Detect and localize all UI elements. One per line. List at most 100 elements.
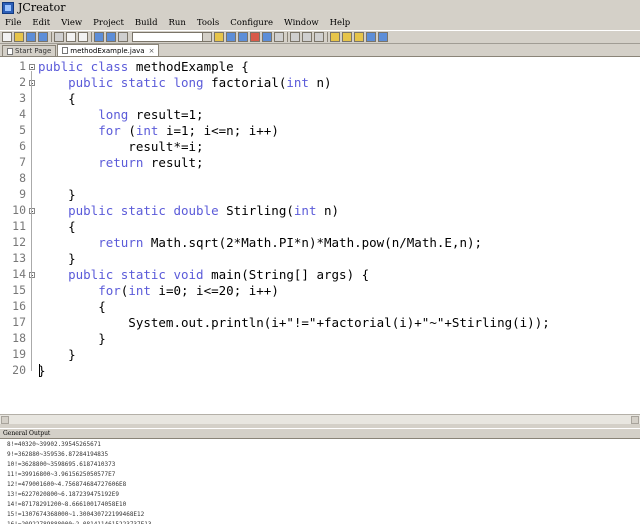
menu-configure[interactable]: Configure <box>225 18 279 28</box>
line-number: 9 <box>19 187 26 201</box>
file-icon <box>7 47 13 55</box>
tab-methodexample-java[interactable]: methodExample.java × <box>57 44 160 56</box>
save-all-icon[interactable] <box>38 32 48 42</box>
code-text: { <box>38 219 76 234</box>
line-number: 15 <box>12 283 26 297</box>
redo-icon[interactable] <box>106 32 116 42</box>
code-text: result; <box>143 155 204 170</box>
compile-icon[interactable] <box>262 32 272 42</box>
code-text: } <box>38 347 76 362</box>
indent-icon[interactable] <box>290 32 300 42</box>
line-number: 20 <box>12 363 26 377</box>
code-line: for(int i=0; i<=20; i++) <box>38 283 279 299</box>
copy-icon[interactable] <box>66 32 76 42</box>
menu-tools[interactable]: Tools <box>192 18 225 28</box>
horizontal-scrollbar[interactable] <box>0 414 640 424</box>
line-number-gutter: 1 2 3 4 5 6 7 8 9 10 11 12 13 14 15 16 17 18 19 20 <box>0 57 36 414</box>
document-tabs: Start Page methodExample.java × <box>0 44 640 57</box>
menu-help[interactable]: Help <box>325 18 357 28</box>
next-bookmark-icon[interactable] <box>342 32 352 42</box>
fold-toggle-icon[interactable] <box>29 272 35 278</box>
code-keyword: public static long <box>68 75 204 90</box>
code-keyword: public class <box>38 59 129 74</box>
line-number: 10 <box>12 203 26 217</box>
code-line: public class methodExample { <box>38 59 249 75</box>
fold-toggle-icon[interactable] <box>29 80 35 86</box>
output-panel-title: General Output <box>0 428 640 438</box>
line-number: 19 <box>12 347 26 361</box>
line-number: 17 <box>12 315 26 329</box>
menu-run[interactable]: Run <box>164 18 192 28</box>
text-caret <box>39 364 40 377</box>
menu-project[interactable]: Project <box>88 18 130 28</box>
menu-build[interactable]: Build <box>130 18 164 28</box>
code-editor[interactable]: 1 2 3 4 5 6 7 8 9 10 11 12 13 14 15 16 17 18 19 20 public c… <box>0 57 640 414</box>
code-text: } <box>38 251 76 266</box>
code-text: methodExample { <box>128 59 249 74</box>
output-line: 10!=3628800~3598695.6187410373 <box>7 461 116 468</box>
prev-bookmark-icon[interactable] <box>354 32 364 42</box>
new-file-icon[interactable] <box>2 32 12 42</box>
cut-icon[interactable] <box>54 32 64 42</box>
line-number: 14 <box>12 267 26 281</box>
paste-icon[interactable] <box>78 32 88 42</box>
line-number: 12 <box>12 235 26 249</box>
menu-view[interactable]: View <box>56 18 88 28</box>
toggle-icon[interactable] <box>366 32 376 42</box>
code-text: System.out.println(i+"!="+factorial(i)+"… <box>38 315 550 330</box>
code-line: } <box>38 347 76 363</box>
code-text: n) <box>316 203 340 218</box>
output-line: 13!=6227020800~6.187239475192E9 <box>7 491 119 498</box>
code-line: } <box>38 187 76 203</box>
code-keyword: public static double <box>68 203 219 218</box>
code-text: result*=i; <box>38 139 204 154</box>
fold-toggle-icon[interactable] <box>29 208 35 214</box>
close-tab-icon[interactable]: × <box>149 47 155 55</box>
tab-start-page[interactable]: Start Page <box>2 45 57 56</box>
menu-edit[interactable]: Edit <box>27 18 56 28</box>
find-icon[interactable] <box>118 32 128 42</box>
line-number: 1 <box>19 59 26 73</box>
code-text: Stirling( <box>218 203 294 218</box>
toolbar-separator <box>91 32 92 42</box>
code-text: i=0; i<=20; i++) <box>150 283 279 298</box>
scroll-right-icon[interactable] <box>631 416 639 424</box>
debug-icon[interactable] <box>274 32 284 42</box>
find-in-files-icon[interactable] <box>214 32 224 42</box>
menu-window[interactable]: Window <box>279 18 325 28</box>
help-icon[interactable] <box>378 32 388 42</box>
code-line: { <box>38 219 76 235</box>
title-bar: JCreator <box>0 0 640 15</box>
code-line: { <box>38 299 106 315</box>
line-number: 18 <box>12 331 26 345</box>
scroll-left-icon[interactable] <box>1 416 9 424</box>
code-text: Math.sqrt(2*Math.PI*n)*Math.pow(n/Math.E… <box>143 235 483 250</box>
output-line: 11!=39916800~3.9615625050577E7 <box>7 471 116 478</box>
stop-icon[interactable] <box>250 32 260 42</box>
code-text: factorial( <box>203 75 287 90</box>
tab-label: Start Page <box>15 47 52 55</box>
comment-icon[interactable] <box>314 32 324 42</box>
open-folder-icon[interactable] <box>14 32 24 42</box>
search-combo[interactable] <box>132 32 212 42</box>
window-title: JCreator <box>18 1 66 14</box>
undo-icon[interactable] <box>94 32 104 42</box>
code-line: public static void main(String[] args) { <box>38 267 369 283</box>
unindent-icon[interactable] <box>302 32 312 42</box>
build-icon[interactable] <box>226 32 236 42</box>
bookmark-icon[interactable] <box>330 32 340 42</box>
fold-toggle-icon[interactable] <box>29 64 35 70</box>
code-text: main(String[] args) { <box>203 267 370 282</box>
output-line: 14!=87178291200~8.666100174058E10 <box>7 501 127 508</box>
run-icon[interactable] <box>238 32 248 42</box>
line-number: 11 <box>12 219 26 233</box>
output-line: 12!=479001600~4.756874684727606E8 <box>7 481 127 488</box>
save-icon[interactable] <box>26 32 36 42</box>
menu-file[interactable]: File <box>0 18 27 28</box>
